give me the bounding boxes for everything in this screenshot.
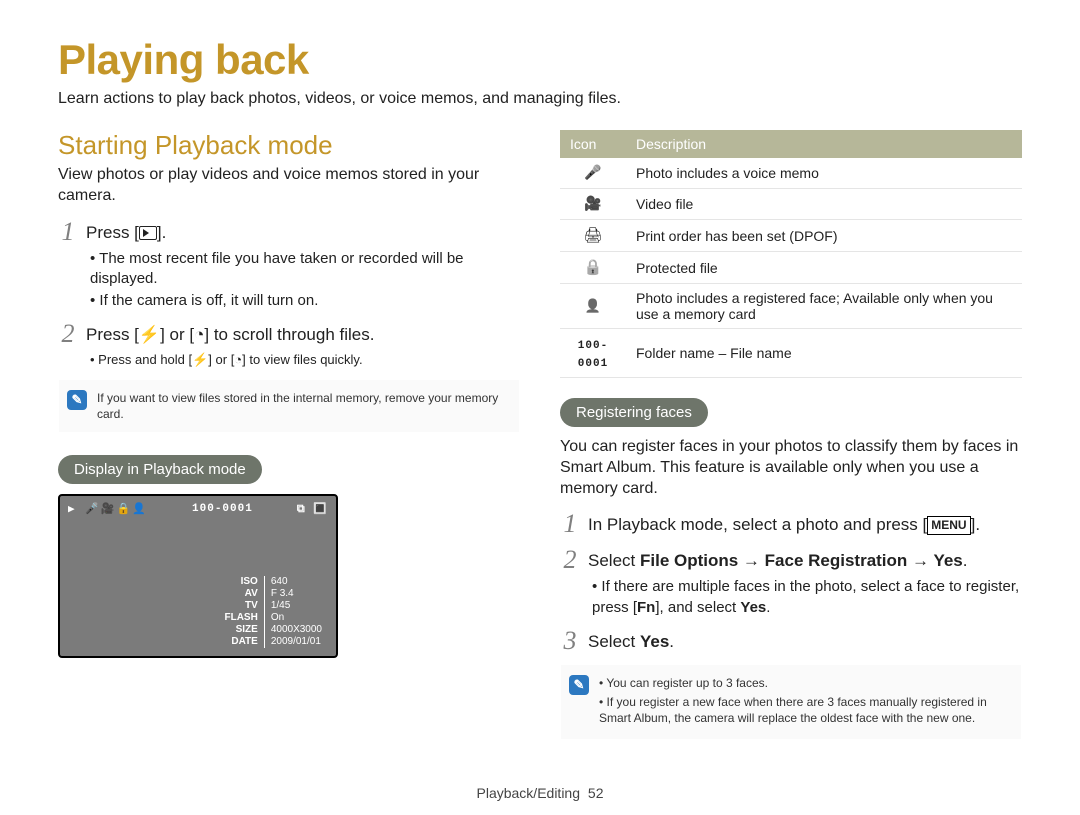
icon-description-table: Icon Description Photo includes a voice …: [560, 130, 1022, 378]
step-number: 1: [58, 219, 78, 245]
step-bullets: Press and hold [⚡] or [◔] to view files …: [90, 351, 520, 369]
step-number: 2: [560, 547, 580, 573]
lcd-preview: ▶ 🎤🎥🔒👤 100-0001 ⧉ 🔳 ISO640 AVF 3.4 TV1/4…: [58, 494, 338, 658]
step-bullets: The most recent file you have taken or r…: [90, 249, 520, 312]
note-block: You can register up to 3 faces. If you r…: [560, 664, 1022, 741]
page-footer: Playback/Editing 52: [0, 785, 1080, 801]
note-icon: [569, 675, 589, 695]
step-text: Press [⚡] or [◔] to scroll through files…: [86, 321, 374, 347]
step-bullets: If there are multiple faces in the photo…: [592, 577, 1022, 618]
face-icon: [585, 297, 601, 314]
note-block: If you want to view files stored in the …: [58, 379, 520, 433]
step-text: Select Yes.: [588, 628, 674, 654]
printer-icon: [583, 227, 602, 244]
table-row: Video file: [560, 189, 1022, 220]
lcd-top-icons: ▶ 🎤🎥🔒👤: [68, 502, 148, 516]
table-head-desc: Description: [626, 130, 1022, 158]
step-number: 3: [560, 628, 580, 654]
right-column: Icon Description Photo includes a voice …: [560, 130, 1022, 762]
lcd-battery-icons: ⧉ 🔳: [297, 502, 328, 516]
page-intro: Learn actions to play back photos, video…: [58, 90, 1022, 108]
note-icon: [67, 390, 87, 410]
table-head-icon: Icon: [560, 130, 626, 158]
table-row: Photo includes a voice memo: [560, 158, 1022, 189]
table-row: Print order has been set (DPOF): [560, 220, 1022, 252]
section-heading-playback: Starting Playback mode: [58, 130, 520, 161]
video-icon: [584, 195, 601, 212]
step-number: 1: [560, 511, 580, 537]
section-desc: View photos or play videos and voice mem…: [58, 165, 520, 207]
folder-file-icon: 100-0001: [578, 340, 608, 370]
table-row: Protected file: [560, 252, 1022, 284]
registering-faces-pill: Registering faces: [560, 398, 708, 427]
step-text: Select File Options → Face Registration …: [588, 547, 968, 573]
lcd-folder-number: 100-0001: [192, 503, 253, 515]
step-number: 2: [58, 321, 78, 347]
playback-icon: [139, 226, 157, 240]
step-text: Press [].: [86, 219, 166, 245]
menu-button-label: MENU: [927, 516, 970, 534]
table-row: 100-0001Folder name – File name: [560, 329, 1022, 378]
display-mode-pill: Display in Playback mode: [58, 455, 262, 484]
lcd-info-table: ISO640 AVF 3.4 TV1/45 FLASHOn SIZE4000X3…: [218, 576, 328, 648]
step-text: In Playback mode, select a photo and pre…: [588, 511, 980, 537]
page-title: Playing back: [58, 36, 1022, 84]
mic-icon: [584, 164, 601, 181]
table-row: Photo includes a registered face; Availa…: [560, 284, 1022, 329]
faces-desc: You can register faces in your photos to…: [560, 437, 1022, 499]
timer-icon: ◔: [194, 325, 204, 344]
flash-icon: ⚡: [139, 325, 160, 344]
left-column: Starting Playback mode View photos or pl…: [58, 130, 520, 762]
lock-icon: [584, 259, 603, 276]
